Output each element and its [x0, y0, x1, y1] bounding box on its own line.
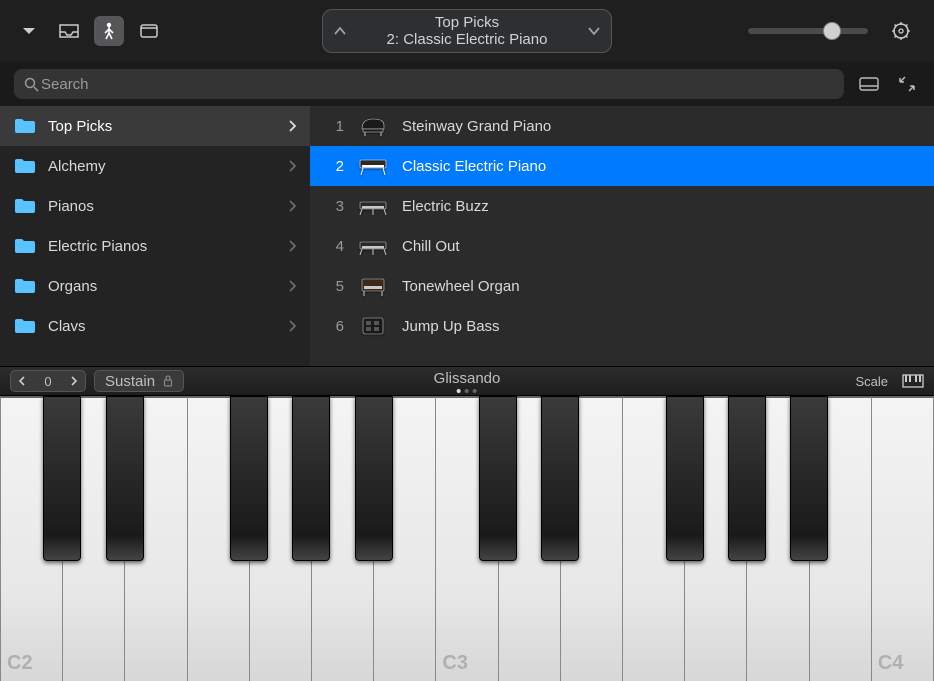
- organ-icon: [358, 273, 388, 299]
- category-label: Electric Pianos: [48, 238, 147, 255]
- keyboard-controls: 0 Sustain Glissando Scale: [0, 366, 934, 396]
- preset-list: 1 Steinway Grand Piano 2 Classic Electric P…: [310, 106, 934, 366]
- folder-icon: [14, 318, 36, 334]
- preset-label: Steinway Grand Piano: [402, 118, 551, 135]
- layout-toggle-icon[interactable]: [856, 71, 882, 97]
- folder-icon: [14, 158, 36, 174]
- category-top-picks[interactable]: Top Picks: [0, 106, 310, 146]
- black-key[interactable]: [666, 396, 704, 561]
- black-key[interactable]: [355, 396, 393, 561]
- collapse-icon[interactable]: [894, 71, 920, 97]
- category-clavs[interactable]: Clavs: [0, 306, 310, 346]
- black-key[interactable]: [106, 396, 144, 561]
- volume-thumb[interactable]: [823, 22, 841, 40]
- preset-electric-buzz[interactable]: 3 Electric Buzz: [310, 186, 934, 226]
- search-field[interactable]: [14, 69, 844, 99]
- settings-gear-icon[interactable]: [886, 16, 916, 46]
- black-key[interactable]: [728, 396, 766, 561]
- preset-number: 5: [324, 278, 344, 295]
- octave-stepper[interactable]: 0: [10, 370, 86, 392]
- sound-browser: Top Picks Alchemy Pianos Electric Pianos Org…: [0, 106, 934, 366]
- top-toolbar: Top Picks 2: Classic Electric Piano: [0, 0, 934, 62]
- preset-label: Tonewheel Organ: [402, 278, 520, 295]
- category-pianos[interactable]: Pianos: [0, 186, 310, 226]
- black-key[interactable]: [292, 396, 330, 561]
- preset-title-line1: Top Picks: [357, 14, 577, 31]
- category-alchemy[interactable]: Alchemy: [0, 146, 310, 186]
- search-row: [0, 62, 934, 106]
- chevron-right-icon: [288, 320, 296, 332]
- preset-number: 4: [324, 238, 344, 255]
- lock-icon: [163, 375, 173, 387]
- electric-piano-icon: [358, 153, 388, 179]
- pad-icon: [358, 313, 388, 339]
- category-label: Clavs: [48, 318, 86, 335]
- preset-label: Jump Up Bass: [402, 318, 500, 335]
- preset-title-line2: 2: Classic Electric Piano: [357, 31, 577, 48]
- preset-number: 3: [324, 198, 344, 215]
- octave-up-icon[interactable]: [63, 371, 85, 391]
- synth-icon: [358, 193, 388, 219]
- white-key[interactable]: [872, 396, 934, 681]
- preset-classic-electric-piano[interactable]: 2 Classic Electric Piano: [310, 146, 934, 186]
- preset-number: 6: [324, 318, 344, 335]
- category-electric-pianos[interactable]: Electric Pianos: [0, 226, 310, 266]
- keyboard-size-icon[interactable]: [902, 374, 924, 388]
- preset-prev-icon[interactable]: [323, 10, 357, 52]
- window-icon[interactable]: [134, 16, 164, 46]
- chevron-right-icon: [288, 240, 296, 252]
- black-key[interactable]: [541, 396, 579, 561]
- category-label: Pianos: [48, 198, 94, 215]
- preset-label: Classic Electric Piano: [402, 158, 546, 175]
- inbox-icon[interactable]: [54, 16, 84, 46]
- black-key[interactable]: [479, 396, 517, 561]
- preset-title: Top Picks 2: Classic Electric Piano: [357, 14, 577, 49]
- chevron-right-icon: [288, 280, 296, 292]
- folder-icon: [14, 118, 36, 134]
- grand-piano-icon: [358, 113, 388, 139]
- preset-selector[interactable]: Top Picks 2: Classic Electric Piano: [322, 9, 612, 53]
- black-key[interactable]: [230, 396, 268, 561]
- black-key[interactable]: [790, 396, 828, 561]
- preset-number: 1: [324, 118, 344, 135]
- category-list: Top Picks Alchemy Pianos Electric Pianos Org…: [0, 106, 310, 366]
- chevron-right-icon: [288, 160, 296, 172]
- preset-label: Chill Out: [402, 238, 460, 255]
- preset-chill-out[interactable]: 4 Chill Out: [310, 226, 934, 266]
- keyboard-mode[interactable]: Glissando: [434, 370, 501, 393]
- chevron-right-icon: [288, 200, 296, 212]
- page-dots: [434, 389, 501, 393]
- search-input[interactable]: [39, 75, 834, 94]
- category-organs[interactable]: Organs: [0, 266, 310, 306]
- octave-down-icon[interactable]: [11, 371, 33, 391]
- preset-label: Electric Buzz: [402, 198, 489, 215]
- category-label: Organs: [48, 278, 97, 295]
- keyboard-mode-label: Glissando: [434, 370, 501, 387]
- preset-number: 2: [324, 158, 344, 175]
- scale-button[interactable]: Scale: [855, 374, 888, 389]
- folder-icon: [14, 278, 36, 294]
- preset-tonewheel-organ[interactable]: 5 Tonewheel Organ: [310, 266, 934, 306]
- piano-keyboard[interactable]: [0, 396, 934, 681]
- black-key[interactable]: [43, 396, 81, 561]
- search-icon: [24, 77, 39, 92]
- folder-icon: [14, 238, 36, 254]
- category-label: Top Picks: [48, 118, 112, 135]
- sustain-label: Sustain: [105, 373, 155, 390]
- volume-slider[interactable]: [748, 28, 868, 34]
- chevron-right-icon: [288, 120, 296, 132]
- category-label: Alchemy: [48, 158, 106, 175]
- folder-icon: [14, 198, 36, 214]
- sustain-toggle[interactable]: Sustain: [94, 370, 184, 392]
- octave-value: 0: [33, 374, 63, 389]
- keyboard-view-icon[interactable]: [94, 16, 124, 46]
- preset-jump-up-bass[interactable]: 6 Jump Up Bass: [310, 306, 934, 346]
- synth-icon: [358, 233, 388, 259]
- preset-steinway-grand-piano[interactable]: 1 Steinway Grand Piano: [310, 106, 934, 146]
- preset-next-icon[interactable]: [577, 10, 611, 52]
- menu-dropdown-icon[interactable]: [14, 16, 44, 46]
